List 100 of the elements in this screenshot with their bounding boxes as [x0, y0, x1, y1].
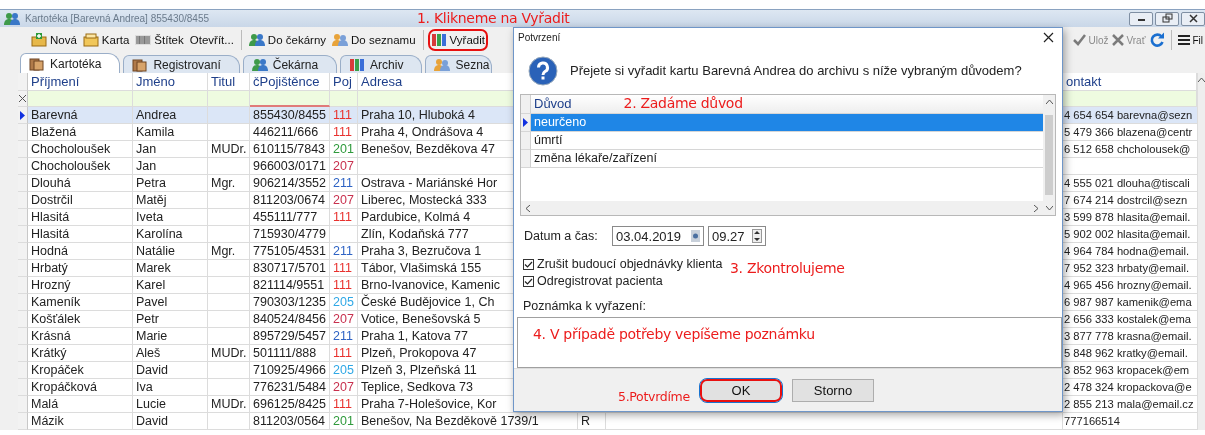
table-cell	[208, 311, 250, 328]
table-cell	[208, 158, 250, 175]
minimize-button[interactable]	[1129, 11, 1153, 26]
people-icon	[332, 33, 349, 47]
toolbar-button[interactable]: Nová	[28, 29, 80, 51]
toolbar-button[interactable]: Štítek	[132, 29, 187, 51]
table-cell: Mázik	[28, 413, 133, 430]
toolbar-button[interactable]: Do seznamu	[329, 29, 419, 51]
checkbox[interactable]	[523, 276, 534, 287]
table-cell: Karel	[133, 277, 208, 294]
restore-icon	[1160, 13, 1174, 24]
cross-icon	[1112, 34, 1125, 46]
table-cell: Petra	[133, 175, 208, 192]
table-cell: Hrbatý	[28, 260, 133, 277]
dialog-button[interactable]: Storno	[792, 378, 874, 402]
table-cell: 811203/0564	[250, 413, 330, 430]
filter-field[interactable]	[28, 91, 133, 107]
table-cell	[208, 260, 250, 277]
toolbar-button[interactable]: Vyřadit	[427, 29, 488, 51]
clear-filter-button[interactable]	[18, 91, 28, 107]
spinner-icon	[752, 229, 762, 244]
table-cell: Marie	[133, 328, 208, 345]
table-cell: Chocholoušek	[28, 141, 133, 158]
table-cell: 715930/4779	[250, 226, 330, 243]
table-cell: 211	[330, 328, 358, 345]
row-indicator[interactable]	[521, 114, 531, 132]
table-cell: Mgr.	[208, 175, 250, 192]
close-icon	[1186, 13, 1200, 24]
column-header[interactable]: ontakt	[1063, 73, 1197, 91]
tab[interactable]: Kartotéka	[20, 53, 121, 73]
barcode-icon	[135, 34, 152, 46]
table-cell: Marek	[133, 260, 208, 277]
list-item[interactable]: úmrtí	[521, 132, 1043, 151]
scrollbar[interactable]	[521, 201, 1043, 216]
table-cell: Hlasitá	[28, 209, 133, 226]
table-cell	[208, 294, 250, 311]
tab[interactable]: Registrovaní	[123, 55, 240, 73]
date-field[interactable]: 03.04.2019	[612, 226, 704, 247]
table-cell: Benešov, Na Bezděkově 1739/1	[358, 413, 578, 430]
toolbar-button[interactable]: Otevřít...	[186, 29, 237, 51]
table-cell: 710925/4966	[250, 362, 330, 379]
folder-icon	[132, 57, 149, 72]
table-cell: Aleš	[133, 345, 208, 362]
toolbar-button[interactable]: Do čekárny	[245, 29, 330, 51]
table-cell: Chocholoušek	[28, 158, 133, 175]
scrollbar[interactable]	[1043, 95, 1055, 216]
table-cell: Kropáčková	[28, 379, 133, 396]
table-cell: 207	[330, 158, 358, 175]
table-cell: Natálie	[133, 243, 208, 260]
table-cell: Hodná	[28, 243, 133, 260]
table-cell: 446211/666	[250, 124, 330, 141]
table-cell: Hlasitá	[28, 226, 133, 243]
tab[interactable]: Sezna	[425, 55, 493, 73]
table-cell: 821114/9551	[250, 277, 330, 294]
table-cell: 211	[330, 243, 358, 260]
table-cell: 775105/4531	[250, 243, 330, 260]
annotation-text: 4. V případě potřeby vepíšeme poznámku	[533, 326, 815, 342]
binders-icon	[430, 33, 447, 47]
list-item[interactable]: změna lékaře/zařízení	[521, 150, 1043, 169]
tab[interactable]: Archiv	[340, 55, 423, 73]
table-cell: 790303/1235	[250, 294, 330, 311]
toolbar-button[interactable]: Karta	[79, 29, 133, 51]
close-button[interactable]	[1181, 11, 1205, 26]
filter-field[interactable]	[250, 91, 330, 107]
table-cell: 201	[330, 141, 358, 158]
table-cell: Karolína	[133, 226, 208, 243]
table-cell: 776231/5484	[250, 379, 330, 396]
annotation-text: 1. Klikneme na Vyřadit	[417, 10, 570, 26]
restore-button[interactable]	[1155, 11, 1179, 26]
table-cell: Krátký	[28, 345, 133, 362]
table-cell: Mgr.	[208, 243, 250, 260]
dialog-button[interactable]: OK	[700, 378, 782, 402]
column-header[interactable]: čPojištěnce	[250, 73, 330, 91]
table-cell: R	[578, 413, 606, 430]
close-icon[interactable]	[1043, 32, 1054, 44]
table-cell: 205	[330, 362, 358, 379]
table-cell: David	[133, 413, 208, 430]
toolbar-button[interactable]: Fil	[1176, 29, 1205, 51]
tab[interactable]: Čekárna	[242, 55, 338, 73]
table-cell: MUDr.	[208, 141, 250, 158]
note-field[interactable]	[517, 317, 1062, 369]
table-cell: Andrea	[133, 107, 208, 124]
list-item[interactable]: neurčeno	[521, 114, 1043, 133]
table-cell	[208, 277, 250, 294]
filter-field[interactable]	[133, 91, 208, 107]
filter-field[interactable]	[330, 91, 358, 107]
filter-field[interactable]	[208, 91, 250, 107]
table-cell: 111	[330, 277, 358, 294]
table-cell: 610115/7843	[250, 141, 330, 158]
column-header[interactable]: Příjmení	[28, 73, 133, 91]
column-header[interactable]: Titul	[208, 73, 250, 91]
scrollbar[interactable]	[1197, 73, 1205, 430]
column-header[interactable]: Jméno	[133, 73, 208, 91]
scrollbar-thumb[interactable]	[1045, 115, 1053, 196]
time-field[interactable]: 09.27	[708, 226, 766, 247]
column-header[interactable]: Poj	[330, 73, 358, 91]
checkmark-icon	[1073, 34, 1087, 46]
filter-field[interactable]	[1063, 91, 1197, 107]
table-cell: Iveta	[133, 209, 208, 226]
checkbox[interactable]	[523, 259, 534, 270]
